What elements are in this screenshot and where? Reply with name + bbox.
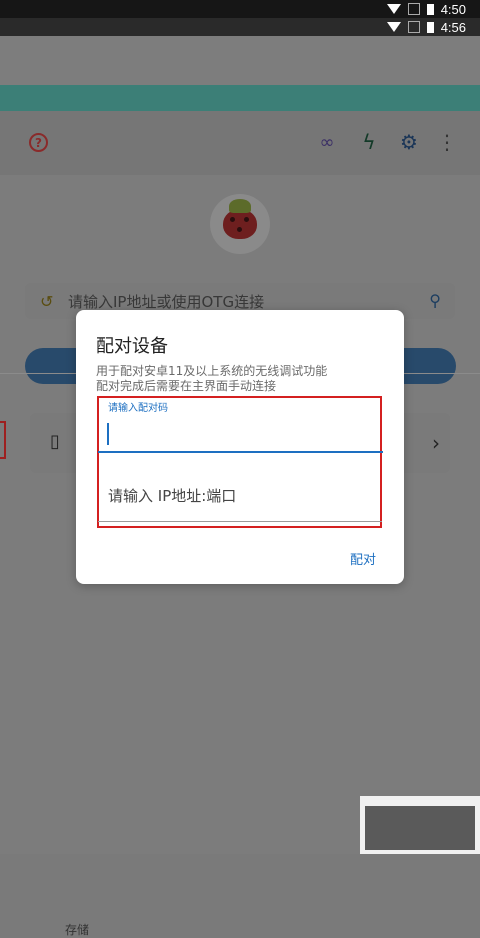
search-icon[interactable]: ⚲ [429,291,441,310]
no-signal-icon [407,3,420,15]
pair-code-input[interactable] [98,414,382,452]
overlay-panel-inner [365,806,475,850]
dialog-title: 配对设备 [96,336,168,357]
wifi-icon [386,22,401,32]
toolbar: ? ∞ ϟ ⚙ ⋮ [0,111,480,175]
more-vert-icon[interactable]: ⋮ [436,130,458,154]
highlight-mark [0,421,6,459]
flash-icon[interactable]: ϟ [358,130,380,154]
link-icon[interactable]: ∞ [316,131,338,153]
status-time: 4:50 [440,1,466,17]
help-icon[interactable]: ? [29,133,48,152]
pair-button[interactable]: 配对 [350,549,376,568]
ip-port-input[interactable]: 请输入 IP地址:端口 [108,485,236,506]
pair-code-underline [98,451,383,453]
dialog-description-line2: 配对完成后需要在主界面手动连接 [96,379,277,393]
app-logo [210,194,270,254]
text-caret [107,423,109,445]
ladybug-icon [223,199,257,239]
pair-code-label: 请输入配对码 [108,403,168,414]
status-time: 4:56 [440,19,466,35]
battery-icon [426,21,434,33]
search-input[interactable]: 请输入IP地址或使用OTG连接 [68,291,264,312]
history-icon[interactable]: ↺ [40,292,53,311]
status-bar-back: 4:50 [0,0,480,18]
phone-wifi-icon: ▯ [50,431,60,452]
overlay-panel [360,796,480,854]
wifi-icon [386,4,401,14]
gear-icon[interactable]: ⚙ [398,130,420,154]
storage-label: 存储 [65,923,90,937]
pair-device-dialog: 配对设备 用于配对安卓11及以上系统的无线调试功能 配对完成后需要在主界面手动连… [76,310,404,584]
ip-port-underline [98,521,382,522]
chevron-right-icon: › [432,431,440,455]
no-signal-icon [407,21,420,33]
status-bar-front: 4:56 [0,18,480,36]
battery-icon [426,3,434,15]
